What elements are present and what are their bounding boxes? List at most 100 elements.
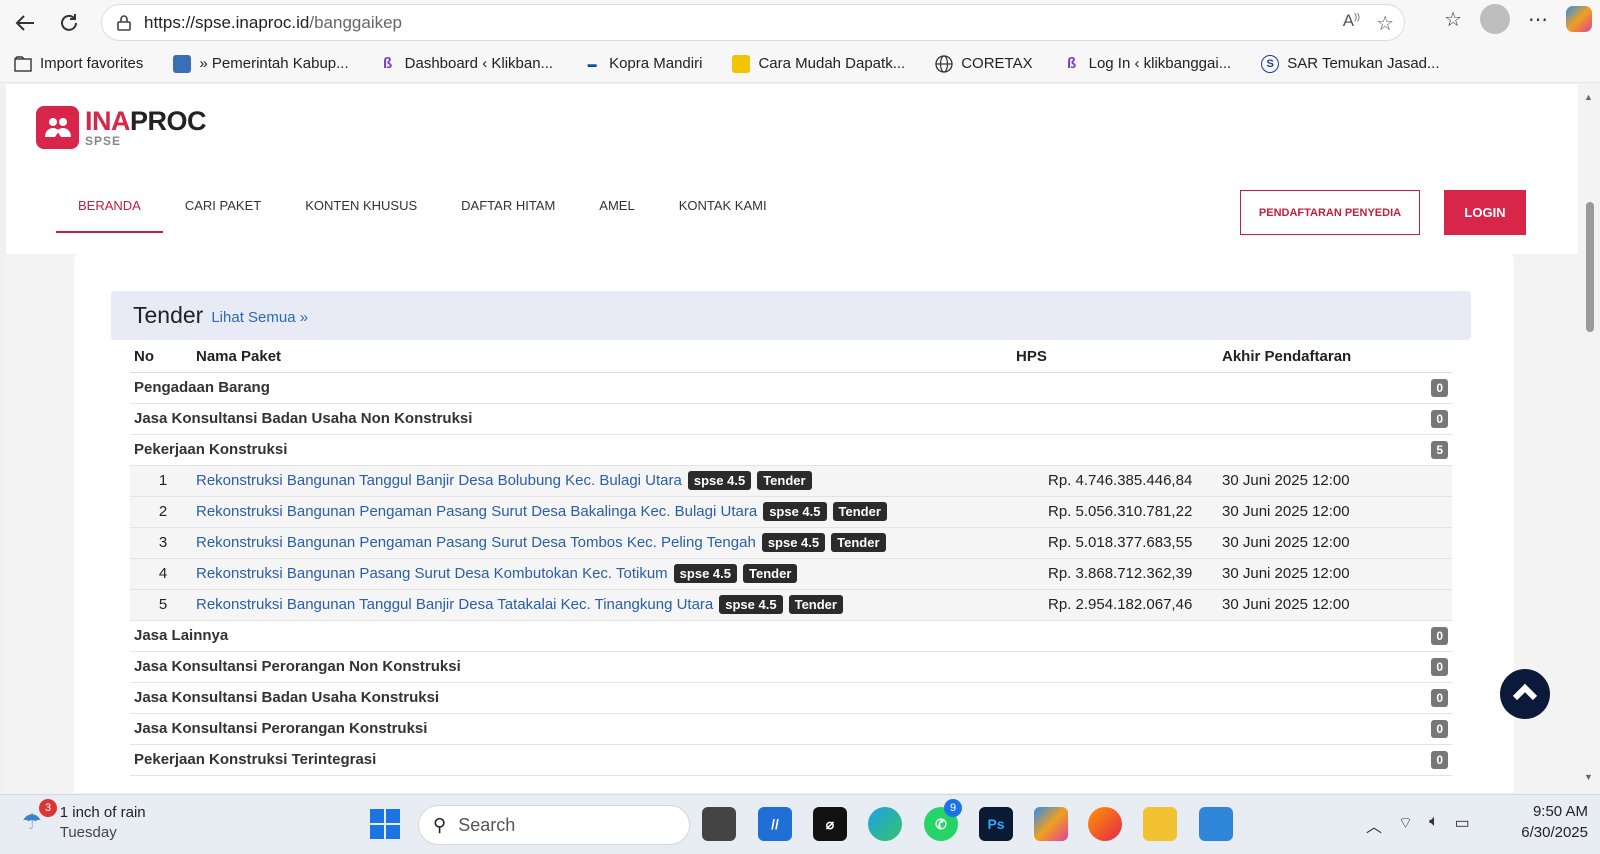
version-badge: spse 4.5 (687, 471, 752, 490)
category-row: Jasa Konsultansi Badan Usaha Konstruksi 0 (130, 682, 1452, 714)
login-button[interactable]: LOGIN (1444, 190, 1526, 235)
version-badge: spse 4.5 (763, 502, 827, 521)
menu-kontak-kami[interactable]: KONTAK KAMI (657, 184, 789, 233)
url-path: /banggaikep (309, 12, 403, 32)
row-number: 2 (130, 496, 196, 528)
category-row: Pengadaan Barang 0 (130, 372, 1452, 404)
row-number: 3 (130, 527, 196, 559)
bookmark-cara-mudah[interactable]: Cara Mudah Dapatk... (732, 54, 906, 73)
bookmark-label: CORETAX (961, 55, 1033, 72)
count-badge: 0 (1431, 750, 1448, 769)
bookmark-import-favorites[interactable]: Import favorites (14, 55, 143, 73)
weather-widget[interactable]: ☂ 3 1 inch of rain Tuesday (22, 799, 146, 843)
profile-avatar[interactable] (1480, 4, 1510, 34)
page-scrollbar[interactable]: ▲ ▼ (1578, 84, 1600, 793)
package-link[interactable]: Rekonstruksi Bangunan Pengaman Pasang Su… (196, 534, 756, 551)
site-icon (732, 54, 751, 73)
weather-day: Tuesday (59, 824, 117, 841)
hps-value: Rp. 2.954.182.067,46 (1016, 589, 1222, 621)
menu-daftar-hitam[interactable]: DAFTAR HITAM (439, 184, 577, 233)
system-tray: ︿ ⌔ 🔈︎ ▭ (1366, 813, 1470, 837)
category-row: Jasa Lainnya 0 (130, 620, 1452, 652)
version-badge: spse 4.5 (673, 564, 737, 583)
volume-icon[interactable]: 🔈︎ (1429, 813, 1439, 837)
category-row: Jasa Konsultansi Badan Usaha Non Konstru… (130, 403, 1452, 435)
scrollbar-thumb[interactable] (1586, 202, 1594, 332)
weather-badge: 3 (39, 799, 57, 817)
back-icon[interactable] (5, 3, 45, 43)
site-icon (173, 54, 192, 73)
battery-icon[interactable]: ▭ (1455, 813, 1470, 837)
task-view-icon[interactable] (702, 807, 736, 841)
category-count-cell: 0 (1222, 620, 1452, 652)
table-row: 1 Rekonstruksi Bangunan Tanggul Banjir De… (130, 465, 1452, 497)
category-name: Pekerjaan Konstruksi Terintegrasi (130, 744, 1222, 776)
lock-icon (112, 14, 136, 31)
photoshop-icon[interactable]: Ps (979, 807, 1013, 841)
register-vendor-button[interactable]: PENDAFTARAN PENYEDIA (1240, 190, 1420, 235)
back-to-top-button[interactable] (1500, 669, 1550, 719)
bookmark-sar[interactable]: S SAR Temukan Jasad... (1261, 54, 1440, 73)
windows-start-icon[interactable] (370, 809, 400, 839)
bookmark-label: Dashboard ‹ Klikban... (404, 55, 554, 72)
category-row: Jasa Konsultansi Perorangan Konstruksi 0 (130, 713, 1452, 745)
wifi-icon[interactable]: ⌔ (1398, 813, 1413, 837)
table-header-row: No Nama Paket HPS Akhir Pendaftaran (130, 342, 1452, 373)
table-row: 4 Rekonstruksi Bangunan Pasang Surut Desa… (130, 558, 1452, 590)
more-options-icon[interactable]: ⋯ (1528, 7, 1548, 32)
bookmark-coretax[interactable]: CORETAX (935, 54, 1033, 73)
file-explorer-icon[interactable] (1143, 807, 1177, 841)
app-blue-icon[interactable]: // (758, 807, 792, 841)
hps-value: Rp. 5.056.310.781,22 (1016, 496, 1222, 528)
bookmark-login-klik[interactable]: ß Log In ‹ klikbanggai... (1063, 55, 1231, 73)
category-name: Pengadaan Barang (130, 372, 1222, 404)
copilot-icon[interactable] (1566, 6, 1592, 32)
bookmark-kopra[interactable]: ▬ Kopra Mandiri (583, 55, 703, 73)
bookmark-label: Kopra Mandiri (609, 55, 703, 72)
read-aloud-icon[interactable]: A)) (1343, 11, 1360, 36)
menu-amel[interactable]: AMEL (577, 184, 656, 233)
scroll-up-arrow[interactable]: ▲ (1584, 92, 1593, 102)
deadline-value: 30 Juni 2025 12:00 (1222, 465, 1452, 497)
favorite-star-icon[interactable]: ☆ (1376, 11, 1394, 36)
bookmark-label: SAR Temukan Jasad... (1287, 55, 1440, 72)
chevron-up-icon[interactable]: ︿ (1366, 813, 1382, 837)
menu-cari-paket[interactable]: CARI PAKET (163, 184, 283, 233)
bookmark-dashboard[interactable]: ß Dashboard ‹ Klikban... (379, 55, 553, 73)
see-all-link[interactable]: Lihat Semua » (211, 309, 308, 326)
clock[interactable]: 9:50 AM 6/30/2025 (1521, 801, 1588, 843)
version-badge: spse 4.5 (761, 533, 826, 552)
firefox-icon[interactable] (1088, 807, 1122, 841)
inaproc-logo[interactable]: INAPROC SPSE (36, 106, 207, 149)
category-row: Pekerjaan Konstruksi 5 (130, 434, 1452, 466)
bookmark-pemerintah[interactable]: » Pemerintah Kabup... (173, 54, 349, 73)
rain-umbrella-icon: ☂ (22, 809, 42, 834)
site-icon: ß (1067, 55, 1077, 72)
package-link[interactable]: Rekonstruksi Bangunan Tanggul Banjir Des… (196, 472, 682, 489)
menu-beranda[interactable]: BERANDA (56, 184, 163, 233)
menu-konten-khusus[interactable]: KONTEN KHUSUS (283, 184, 439, 233)
edge-browser-icon[interactable] (868, 807, 902, 841)
package-cell: Rekonstruksi Bangunan Pengaman Pasang Su… (196, 527, 1016, 559)
tender-table: No Nama Paket HPS Akhir Pendaftaran Peng… (130, 342, 1452, 776)
package-link[interactable]: Rekonstruksi Bangunan Pengaman Pasang Su… (196, 503, 757, 520)
hps-value: Rp. 5.018.377.683,55 (1016, 527, 1222, 559)
favorites-icon[interactable]: ☆ (1444, 7, 1462, 32)
deadline-value: 30 Juni 2025 12:00 (1222, 496, 1452, 528)
taskbar-search[interactable]: ⚲ Search (418, 805, 690, 845)
site-icon: ß (383, 55, 393, 72)
app-dark-icon[interactable]: ⌀ (813, 807, 847, 841)
count-badge: 5 (1431, 440, 1448, 459)
refresh-icon[interactable] (49, 3, 89, 43)
notepad-icon[interactable] (1199, 807, 1233, 841)
category-count-cell: 0 (1222, 372, 1452, 404)
category-name: Pekerjaan Konstruksi (130, 434, 1222, 466)
address-bar[interactable]: https://spse.inaproc.id/banggaikep A)) ☆ (101, 4, 1405, 41)
package-link[interactable]: Rekonstruksi Bangunan Pasang Surut Desa … (196, 565, 668, 582)
package-link[interactable]: Rekonstruksi Bangunan Tanggul Banjir Des… (196, 596, 713, 613)
copilot-app-icon[interactable] (1034, 807, 1068, 841)
bookmark-label: Cara Mudah Dapatk... (758, 55, 906, 72)
version-badge: spse 4.5 (719, 595, 783, 614)
scroll-down-arrow[interactable]: ▼ (1584, 772, 1593, 782)
import-icon (14, 55, 32, 73)
